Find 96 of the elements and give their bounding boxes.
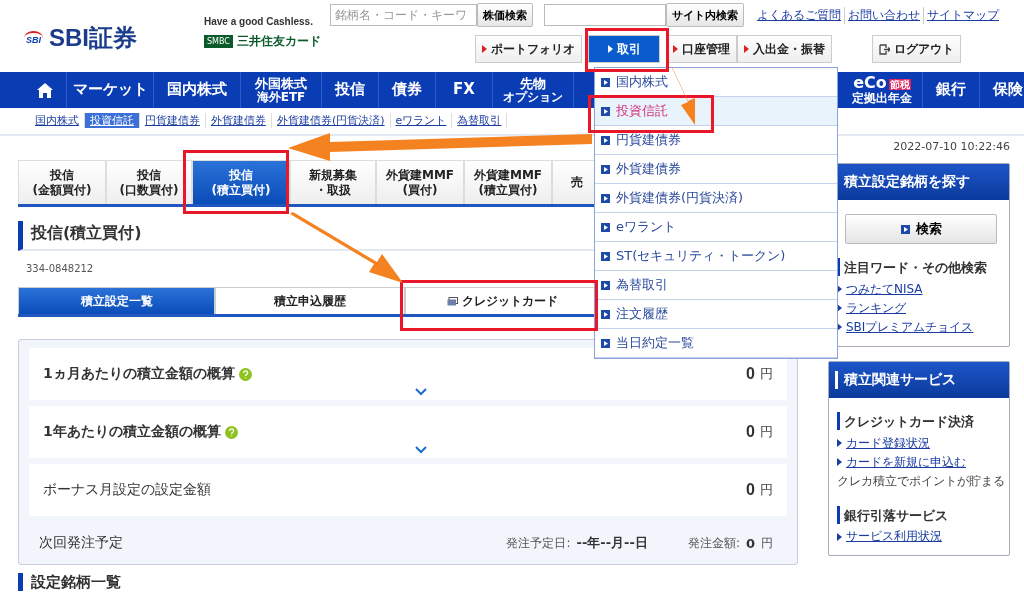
logout-button[interactable]: ログアウト — [872, 35, 961, 63]
currency-unit: 円 — [760, 481, 773, 499]
chevron-icon[interactable] — [415, 446, 427, 454]
logout-icon — [879, 43, 890, 55]
search-button[interactable]: 検索 — [845, 214, 997, 244]
bullet-icon — [601, 280, 610, 290]
card-brand: 三井住友カード — [236, 33, 321, 50]
nav-item-subtitle: オプション — [503, 90, 563, 104]
header-link[interactable]: サイトマップ — [923, 6, 1002, 24]
arrow — [672, 67, 695, 125]
nav-item-subtitle: 定拠出年金 — [852, 92, 912, 105]
triangle-icon — [837, 439, 842, 448]
group-heading: クレジットカード決済 — [844, 412, 974, 431]
bullet-icon — [601, 135, 610, 145]
tab[interactable]: 投信 (金額買付) — [18, 160, 106, 204]
tab[interactable]: 外貨建MMF (買付) — [376, 160, 464, 204]
nav-item[interactable]: 外国株式 — [255, 76, 307, 91]
bullet-icon — [601, 251, 610, 261]
nav-item[interactable]: 債券 — [379, 72, 436, 108]
site-search-button[interactable]: サイト内検索 — [666, 3, 744, 27]
home-icon[interactable] — [37, 82, 53, 98]
sub-tab[interactable]: 積立申込履歴 — [215, 287, 405, 314]
subnav-link[interactable]: 投資信託 — [85, 113, 140, 128]
summary-label: 1年あたりの積立金額の概算 — [43, 423, 238, 441]
tab[interactable]: 投信 (口数買付) — [106, 160, 192, 204]
order-amount: 0 — [745, 535, 755, 551]
bullet-icon — [900, 224, 910, 234]
subnav-link[interactable]: 為替取引 — [452, 113, 508, 128]
account-number: 334-0848212 — [26, 263, 94, 274]
triangle-icon — [673, 45, 678, 53]
tab[interactable]: 新規募集 ・取扱 — [290, 160, 376, 204]
menu-button[interactable]: ポートフォリオ — [475, 35, 582, 63]
nav-item[interactable]: 保険 — [980, 72, 1024, 108]
subnav-link[interactable]: 円貨建債券 — [140, 113, 206, 128]
currency-unit: 円 — [761, 534, 773, 552]
card-badge: SMBC — [204, 35, 233, 48]
nav-item-subtitle: 海外ETF — [256, 90, 306, 104]
summary-label: ボーナス月設定の設定金額 — [43, 481, 211, 499]
promo-note: クレカ積立でポイントが貯まる — [837, 472, 1005, 490]
triangle-icon — [482, 45, 487, 53]
logo[interactable]: SBI証券 — [49, 22, 138, 54]
bullet-icon — [601, 77, 610, 87]
group-heading: 銀行引落サービス — [844, 506, 948, 525]
nav-item[interactable]: 投信 — [322, 72, 379, 108]
currency-unit: 円 — [760, 365, 773, 383]
order-date: --年--月--日 — [576, 534, 648, 552]
window-icon — [447, 296, 458, 306]
tax-badge: 節税 — [888, 79, 911, 91]
subnav-link[interactable]: 外貨建債券 — [206, 113, 272, 128]
amount-value: 0 — [746, 365, 755, 383]
tagline: Have a good Cashless. — [204, 16, 314, 27]
nav-item[interactable]: 先物 — [520, 76, 546, 91]
bullet-icon — [601, 222, 610, 232]
nav-item[interactable]: 銀行 — [923, 72, 980, 108]
order-date-label: 発注予定日: — [506, 534, 571, 552]
triangle-icon — [607, 45, 613, 53]
menu-item[interactable]: 投資信託 — [595, 97, 837, 126]
timestamp: 2022-07-10 10:22:46 — [892, 140, 1010, 153]
section-title: 設定銘柄一覧 — [18, 573, 121, 591]
nav-item[interactable]: マーケット — [67, 72, 154, 108]
stock-search-field[interactable]: 銘柄名・コード・キーワ — [330, 4, 477, 26]
header-link[interactable]: よくあるご質問 — [754, 6, 844, 24]
header-link[interactable]: お問い合わせ — [844, 6, 923, 24]
triangle-icon — [837, 532, 842, 541]
sidebar-link[interactable]: カードを新規に申込む — [837, 453, 1005, 471]
currency-unit: 円 — [760, 423, 773, 441]
order-amount-label: 発注金額: — [687, 534, 740, 552]
nav-item[interactable]: 国内株式 — [154, 72, 241, 108]
chevron-icon[interactable] — [415, 388, 427, 396]
bullet-icon — [601, 106, 610, 116]
bullet-icon — [601, 338, 610, 348]
menu-button[interactable]: 取引 — [588, 35, 660, 63]
next-order-label: 次回発注予定 — [39, 534, 124, 552]
panel-title: 積立関連サービス — [829, 361, 1009, 398]
sidebar-link[interactable]: カード登録状況 — [837, 434, 1005, 452]
triangle-icon — [744, 45, 749, 53]
menu-button[interactable]: 入出金・振替 — [737, 35, 832, 63]
sidebar-link[interactable]: サービス利用状況 — [837, 528, 1005, 546]
amount-value: 0 — [746, 481, 755, 499]
summary-label: 1ヵ月あたりの積立金額の概算 — [43, 365, 252, 383]
stock-search-button[interactable]: 株価検索 — [477, 3, 533, 27]
bullet-icon — [601, 309, 610, 319]
subnav-link[interactable]: eワラント — [390, 113, 453, 128]
subnav-link[interactable]: 外貨建債券(円貨決済) — [272, 113, 391, 128]
tab[interactable]: 投信 (積立買付) — [192, 160, 290, 204]
menu-button[interactable]: 口座管理 — [666, 35, 737, 63]
bullet-icon — [601, 193, 610, 203]
triangle-icon — [837, 458, 842, 467]
tab[interactable]: 外貨建MMF (積立買付) — [464, 160, 552, 204]
group-heading: 注目ワード・その他検索 — [844, 259, 987, 277]
amount-value: 0 — [746, 423, 755, 441]
nav-item[interactable]: FX — [436, 72, 493, 108]
bullet-icon — [601, 164, 610, 174]
site-search-field[interactable] — [544, 4, 666, 26]
logo-mark: SBI — [24, 31, 43, 45]
sub-tab[interactable]: 積立設定一覧 — [18, 287, 215, 314]
